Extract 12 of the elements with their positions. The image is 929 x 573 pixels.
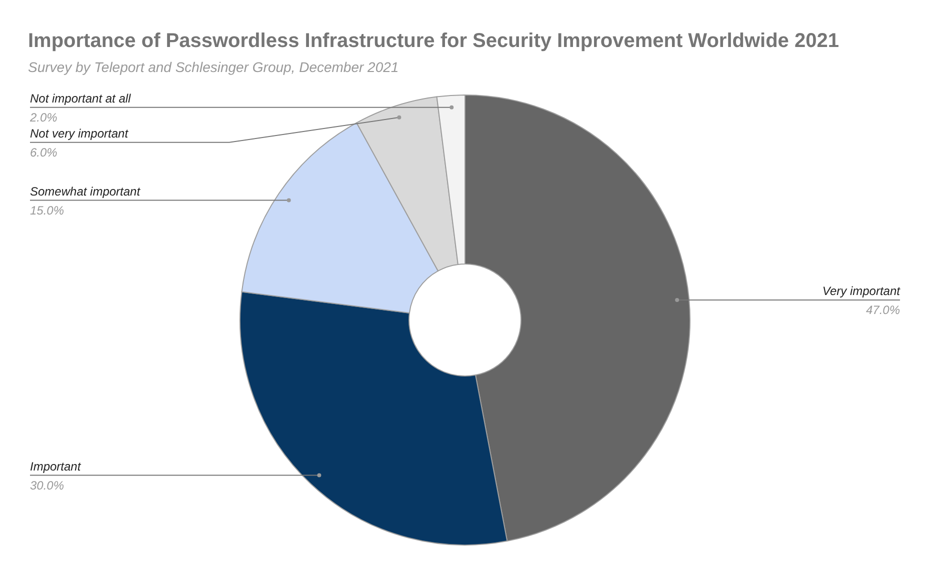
slice-label: Somewhat important <box>30 184 140 198</box>
percentage-label: 15.0% <box>30 203 64 218</box>
percentage-label: 30.0% <box>30 478 64 492</box>
slice-label: Important <box>30 459 81 474</box>
slice-label: Not very important <box>30 126 128 140</box>
chart-title: Importance of Passwordless Infrastructure for Security Improvement Worldwide 2021 <box>28 29 839 53</box>
chart-subtitle: Survey by Teleport and Schlesinger Group, December 2021 <box>28 59 399 76</box>
slice-label: Not important at all <box>30 91 131 106</box>
percentage-label: 2.0% <box>30 110 58 124</box>
percentage-label: 47.0% <box>866 302 900 317</box>
slice-label: Very important <box>822 284 900 298</box>
percentage-label: 6.0% <box>30 145 58 160</box>
